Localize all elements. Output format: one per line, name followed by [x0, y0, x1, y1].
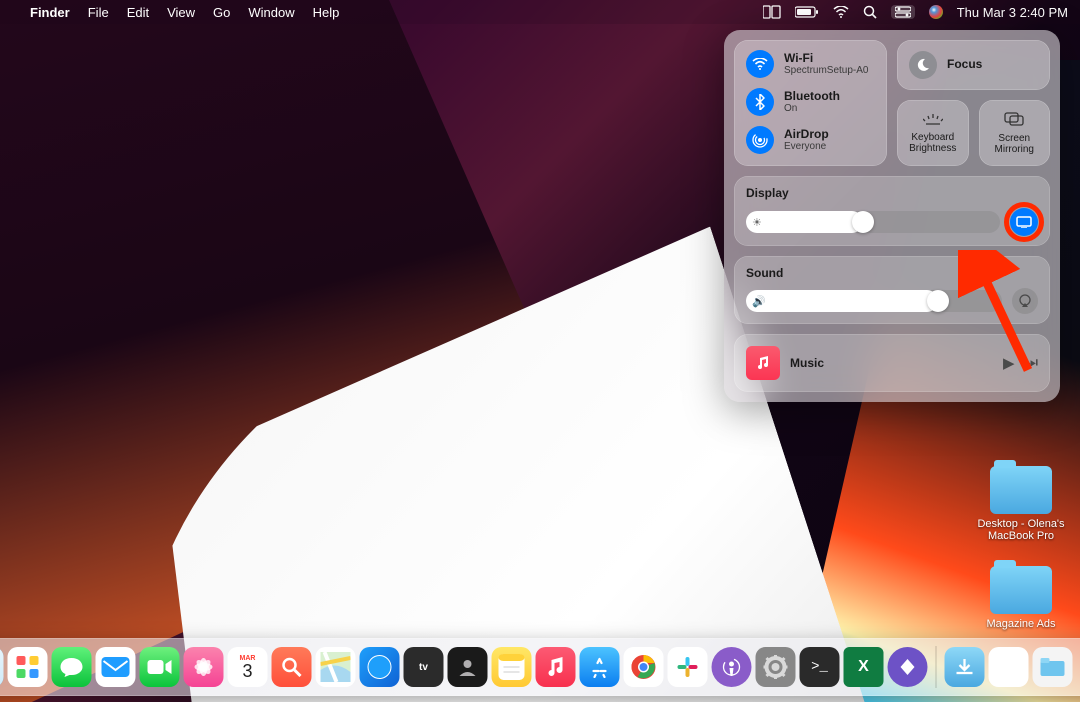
dock-app-launchpad[interactable] — [8, 647, 48, 687]
wifi-network: SpectrumSetup-A0 — [784, 65, 869, 76]
desktop-folder[interactable]: Magazine Ads — [976, 566, 1066, 630]
airplay-audio-button[interactable] — [1012, 288, 1038, 314]
dock-app-chrome[interactable] — [624, 647, 664, 687]
menubar-datetime[interactable]: Thu Mar 3 2:40 PM — [957, 5, 1068, 20]
menu-bar: Finder File Edit View Go Window Help — [0, 0, 1080, 24]
now-playing-module[interactable]: Music ▶ ⏭ — [734, 334, 1050, 392]
dock-app-podcasts[interactable] — [712, 647, 752, 687]
dock-app-appstore[interactable] — [580, 647, 620, 687]
desktop: Finder File Edit View Go Window Help — [0, 0, 1080, 702]
dock-downloads[interactable] — [945, 647, 985, 687]
sound-title: Sound — [746, 266, 1038, 280]
moon-icon — [909, 51, 937, 79]
menu-file[interactable]: File — [88, 5, 109, 20]
dock-app-maps[interactable] — [316, 647, 356, 687]
dock-separator — [936, 646, 937, 688]
bluetooth-icon — [746, 88, 774, 116]
dock-app-zoom[interactable] — [272, 647, 312, 687]
dock-app-slack[interactable] — [668, 647, 708, 687]
focus-toggle[interactable]: Focus — [897, 40, 1050, 90]
dock-app-excel[interactable]: X — [844, 647, 884, 687]
dock-app-photos[interactable] — [184, 647, 224, 687]
dock-app-music[interactable] — [536, 647, 576, 687]
volume-slider[interactable]: 🔊 — [746, 290, 1002, 312]
dock-trash[interactable] — [1077, 647, 1080, 687]
airplay-icon — [1018, 294, 1032, 308]
dock-app-contacts[interactable] — [448, 647, 488, 687]
brightness-icon: ☀ — [752, 216, 762, 229]
play-button[interactable]: ▶ — [1003, 354, 1015, 372]
dock-app-notes[interactable] — [492, 647, 532, 687]
volume-icon: 🔊 — [752, 295, 766, 308]
airdrop-icon — [746, 126, 774, 154]
bluetooth-toggle[interactable]: Bluetooth On — [746, 88, 875, 116]
wifi-toggle[interactable]: Wi-Fi SpectrumSetup-A0 — [746, 50, 875, 78]
desktop-folder[interactable]: Desktop - Olena's MacBook Pro — [976, 466, 1066, 542]
control-center-panel: Wi-Fi SpectrumSetup-A0 Bluetooth On — [724, 30, 1060, 402]
wifi-label: Wi-Fi — [784, 52, 869, 65]
menu-go[interactable]: Go — [213, 5, 230, 20]
control-center-icon[interactable] — [891, 5, 915, 19]
sound-module: Sound 🔊 — [734, 256, 1050, 324]
brightness-slider[interactable]: ☀ — [746, 211, 1000, 233]
dock: MAR3 tv — [0, 638, 1080, 696]
music-title: Music — [790, 356, 993, 370]
screen-mirroring-label: Screen Mirroring — [979, 133, 1051, 155]
wifi-icon[interactable] — [833, 6, 849, 18]
music-artwork — [746, 346, 780, 380]
dock-app-settings[interactable] — [756, 647, 796, 687]
bluetooth-status: On — [784, 103, 840, 114]
next-button[interactable]: ⏭ — [1024, 354, 1038, 372]
dock-stack[interactable] — [989, 647, 1029, 687]
dock-app-finder[interactable] — [0, 647, 4, 687]
screen-mirroring-button[interactable]: Screen Mirroring — [979, 100, 1051, 166]
menu-window[interactable]: Window — [248, 5, 294, 20]
dock-app-tv[interactable]: tv — [404, 647, 444, 687]
keyboard-brightness-icon — [923, 113, 943, 128]
airdrop-status: Everyone — [784, 141, 829, 152]
wifi-icon — [746, 50, 774, 78]
folder-icon — [990, 566, 1052, 614]
menu-view[interactable]: View — [167, 5, 195, 20]
bluetooth-label: Bluetooth — [784, 90, 840, 103]
display-module: Display ☀ — [734, 176, 1050, 246]
app-menu[interactable]: Finder — [30, 5, 70, 20]
display-title: Display — [746, 186, 1038, 200]
dock-app-facetime[interactable] — [140, 647, 180, 687]
dock-app-safari[interactable] — [360, 647, 400, 687]
airdrop-label: AirDrop — [784, 128, 829, 141]
dock-app-mail[interactable] — [96, 647, 136, 687]
dock-app-generic[interactable] — [888, 647, 928, 687]
spotlight-icon[interactable] — [863, 5, 877, 19]
folder-label: Magazine Ads — [986, 618, 1055, 630]
screen-mirroring-icon — [1004, 112, 1024, 129]
folder-label: Desktop - Olena's MacBook Pro — [976, 518, 1066, 542]
stage-manager-icon[interactable] — [763, 5, 781, 19]
keyboard-brightness-button[interactable]: Keyboard Brightness — [897, 100, 969, 166]
dock-folder[interactable] — [1033, 647, 1073, 687]
dock-app-messages[interactable] — [52, 647, 92, 687]
focus-label: Focus — [947, 58, 982, 71]
menu-help[interactable]: Help — [313, 5, 340, 20]
menu-edit[interactable]: Edit — [127, 5, 149, 20]
dock-app-terminal[interactable]: >_ — [800, 647, 840, 687]
folder-icon — [990, 466, 1052, 514]
dock-app-calendar[interactable]: MAR3 — [228, 647, 268, 687]
annotation-highlight — [1004, 202, 1044, 242]
siri-icon[interactable] — [929, 5, 943, 19]
battery-icon[interactable] — [795, 6, 819, 18]
display-settings-button[interactable] — [1010, 208, 1038, 236]
connectivity-module: Wi-Fi SpectrumSetup-A0 Bluetooth On — [734, 40, 887, 166]
keyboard-brightness-label: Keyboard Brightness — [897, 132, 969, 154]
airdrop-toggle[interactable]: AirDrop Everyone — [746, 126, 875, 154]
